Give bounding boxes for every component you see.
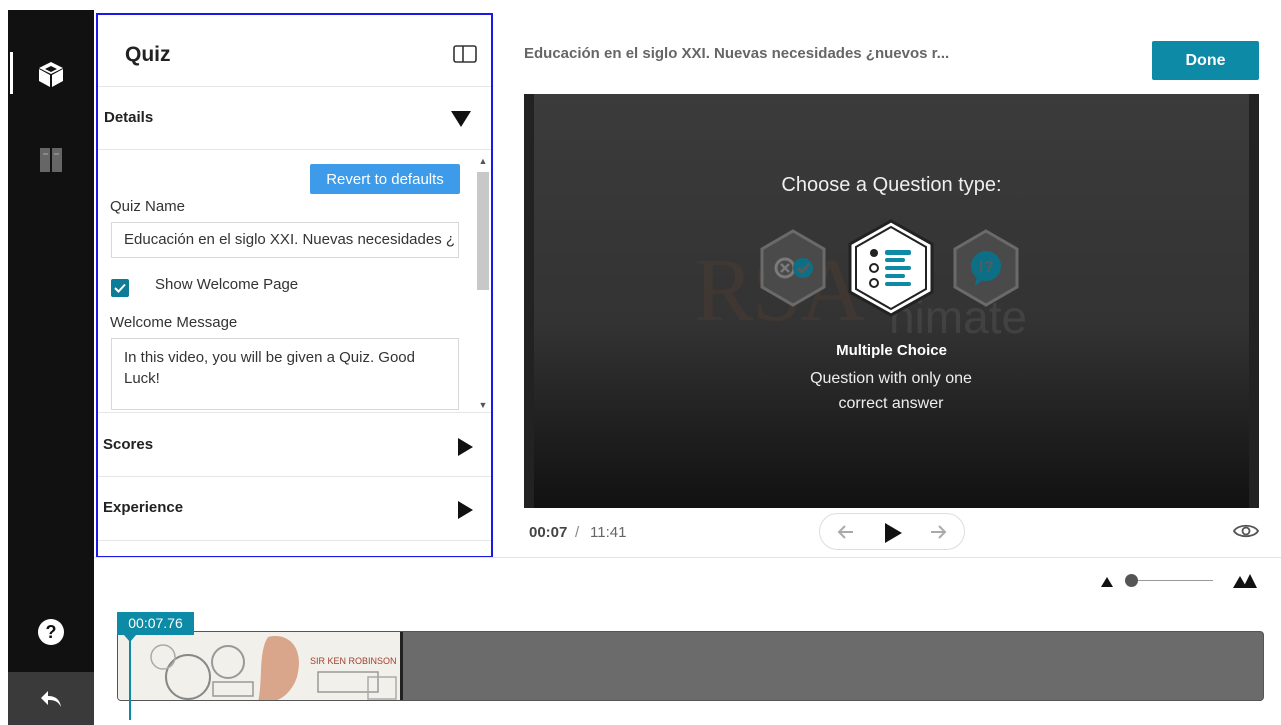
panel-title: Quiz: [125, 43, 171, 66]
show-welcome-label: Show Welcome Page: [155, 276, 299, 293]
undo-icon: [41, 690, 61, 707]
experience-section-header[interactable]: Experience: [98, 477, 491, 541]
scores-section-header[interactable]: Scores: [98, 413, 491, 477]
question-type-name: Multiple Choice: [836, 342, 947, 359]
video-frame-edge: [524, 94, 534, 508]
active-indicator: [10, 52, 13, 94]
true-false-icon[interactable]: [758, 228, 828, 308]
open-question-icon[interactable]: !?: [951, 228, 1021, 308]
quiz-name-input[interactable]: Educación en el siglo XXI. Nuevas necesi…: [111, 222, 459, 258]
welcome-message-label: Welcome Message: [110, 314, 238, 331]
done-button[interactable]: Done: [1152, 41, 1259, 80]
panel-header: Quiz: [98, 15, 491, 87]
question-type-description: Question with only one correct answer: [810, 370, 972, 412]
expand-triangle-icon[interactable]: [458, 438, 473, 456]
playhead-line[interactable]: [129, 635, 131, 720]
video-player[interactable]: RSA nimate Choose a Question type:: [524, 94, 1259, 508]
revert-to-defaults-button[interactable]: Revert to defaults: [310, 164, 460, 194]
scroll-thumb[interactable]: [477, 172, 489, 290]
scroll-down-arrow-icon[interactable]: ▼: [478, 400, 488, 410]
total-time: 11:41: [590, 524, 627, 541]
divider: [94, 557, 1281, 558]
details-body: Revert to defaults Quiz Name Educación e…: [98, 150, 491, 413]
svg-text:!?: !?: [978, 259, 993, 276]
zoom-slider-handle[interactable]: [1125, 574, 1138, 587]
thumbnail-caption: SIR KEN ROBINSON: [310, 656, 397, 666]
details-label: Details: [104, 109, 154, 126]
cube-icon[interactable]: [35, 58, 67, 90]
timeline-thumbnail: SIR KEN ROBINSON: [118, 632, 403, 700]
zoom-slider-track[interactable]: [1131, 580, 1213, 581]
panel-layout-icon[interactable]: [453, 45, 477, 63]
collapse-triangle-icon[interactable]: [451, 111, 471, 127]
playback-controls: [819, 513, 965, 550]
expand-triangle-icon[interactable]: [458, 501, 473, 519]
quiz-settings-panel: Quiz Details Revert to defaults Quiz Nam…: [96, 13, 493, 558]
current-time: 00:07: [529, 524, 568, 541]
scores-label: Scores: [103, 436, 154, 453]
time-separator: /: [575, 524, 580, 541]
checkmark-icon: [114, 283, 126, 293]
quiz-name-label: Quiz Name: [110, 198, 186, 215]
book-icon[interactable]: [35, 144, 67, 176]
left-sidebar: ?: [8, 10, 94, 725]
details-scrollbar[interactable]: ▲ ▼: [475, 152, 489, 414]
experience-label: Experience: [103, 499, 184, 516]
question-type-prompt: Choose a Question type:: [781, 174, 1002, 196]
svg-text:?: ?: [46, 622, 57, 642]
multiple-choice-icon[interactable]: [846, 218, 936, 318]
timeline-track[interactable]: SIR KEN ROBINSON: [117, 631, 1264, 701]
quiz-editor-app: ? Quiz Details Revert to defaults Quiz N…: [0, 0, 1281, 725]
next-arrow-icon[interactable]: [928, 522, 948, 542]
show-welcome-checkbox[interactable]: [111, 279, 129, 297]
scroll-up-arrow-icon[interactable]: ▲: [478, 156, 488, 166]
zoom-in-icon[interactable]: [1233, 574, 1259, 588]
play-icon[interactable]: [882, 522, 904, 544]
sketch-thumbnail-image: SIR KEN ROBINSON: [118, 632, 400, 700]
video-title: Educación en el siglo XXI. Nuevas necesi…: [524, 45, 950, 62]
eye-icon[interactable]: [1233, 521, 1259, 541]
previous-arrow-icon[interactable]: [836, 522, 856, 542]
help-icon[interactable]: ?: [35, 616, 67, 648]
zoom-out-icon[interactable]: [1101, 577, 1113, 587]
welcome-message-textarea[interactable]: In this video, you will be given a Quiz.…: [111, 338, 459, 410]
playhead-time-label[interactable]: 00:07.76: [117, 612, 194, 635]
video-frame-edge: [1249, 94, 1259, 508]
details-section-header[interactable]: Details: [98, 87, 491, 150]
undo-button[interactable]: [8, 672, 94, 725]
